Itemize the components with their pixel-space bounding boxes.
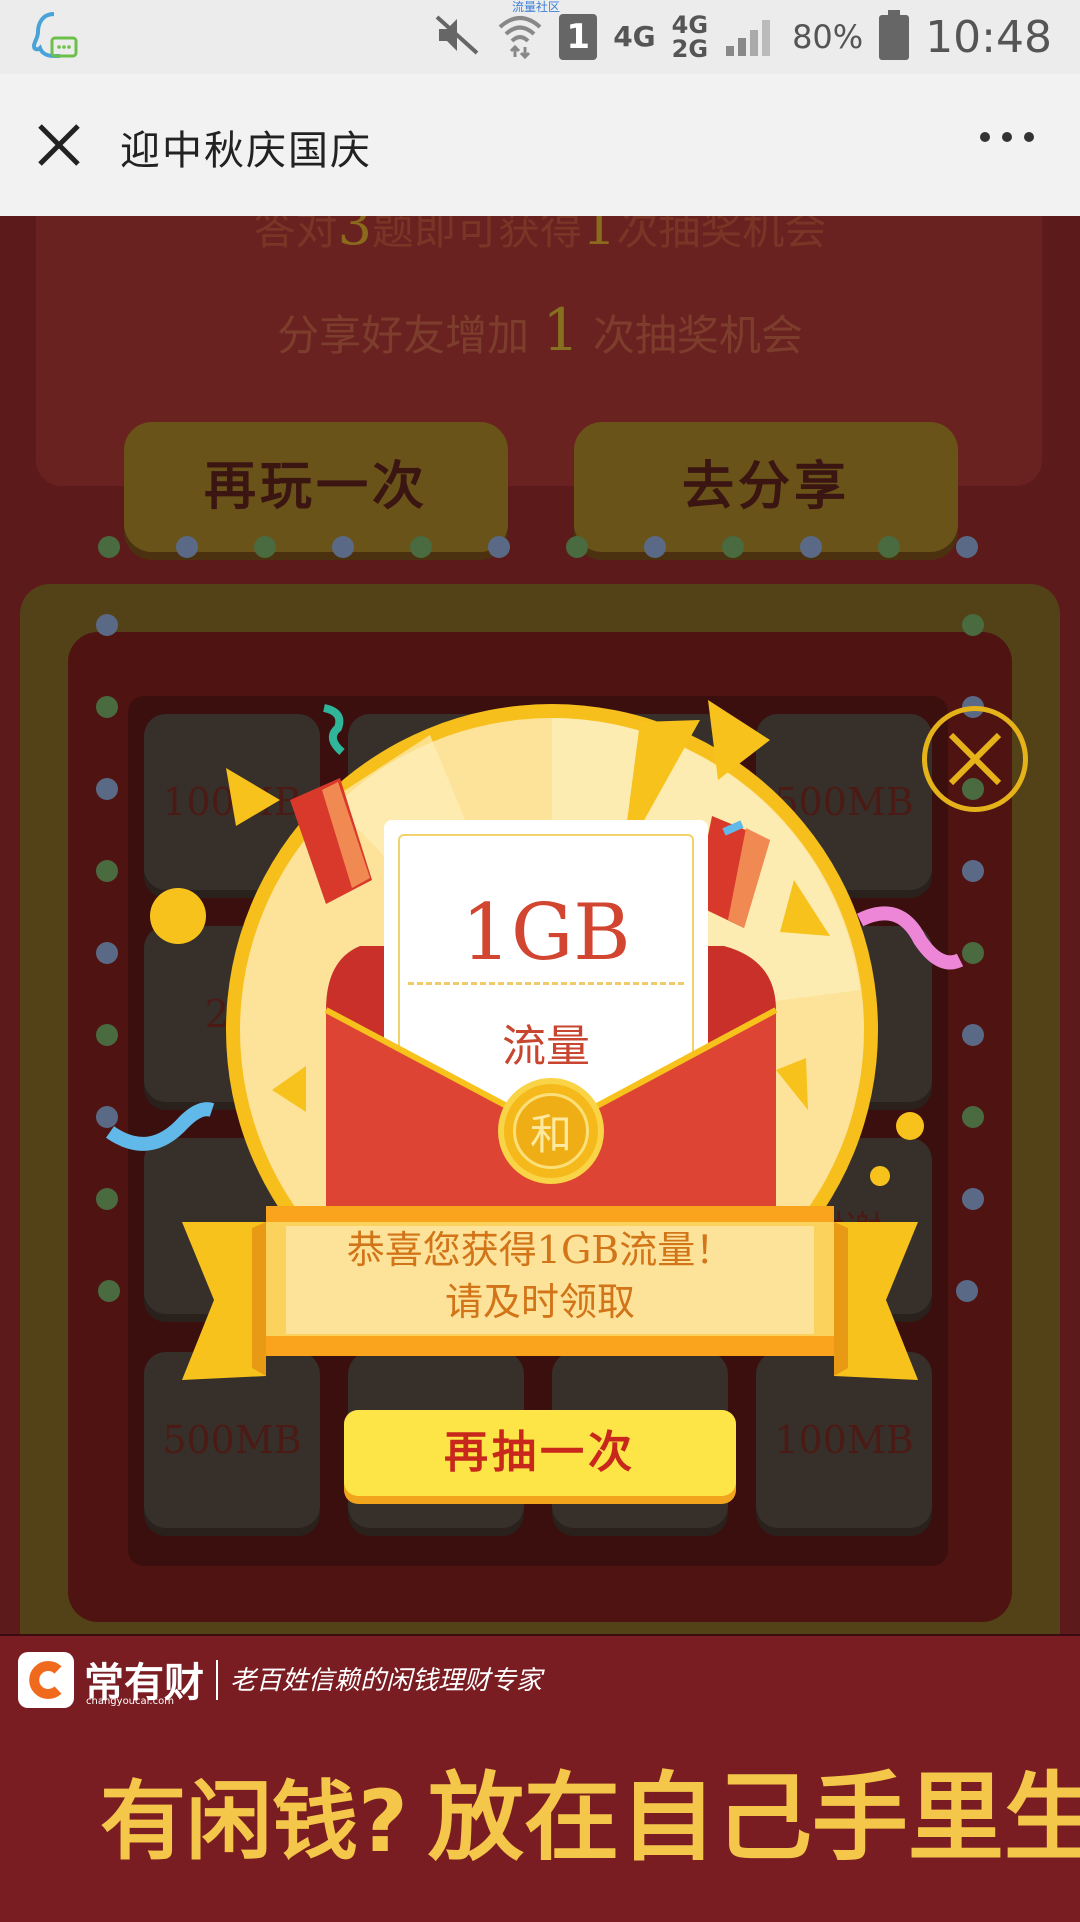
dialog-close-icon[interactable] [922,706,1028,812]
ad-banner[interactable]: 常有财 changyoucai.com 老百姓信赖的闲钱理财专家 有闲钱? 放在自… [0,1634,1080,1922]
ad-headline: 有闲钱? 放在自己手里生 [100,1762,1080,1874]
congrats-message: 恭喜您获得1GB流量！ 请及时领取 [346,1228,734,1324]
draw-again-button[interactable]: 再抽一次 [344,1410,736,1496]
ad-separator [216,1660,218,1700]
coin-badge: 和 [498,1078,604,1184]
ad-domain: changyoucai.com [86,1696,174,1707]
prize-dialog: 1GB 流量 和 恭喜您获得1GB流量！ 请及时领取 再抽一次 [0,0,1080,1920]
envelope-front [182,1007,918,1380]
ad-tagline: 老百姓信赖的闲钱理财专家 [230,1666,543,1696]
brand-logo-icon [18,1652,74,1708]
